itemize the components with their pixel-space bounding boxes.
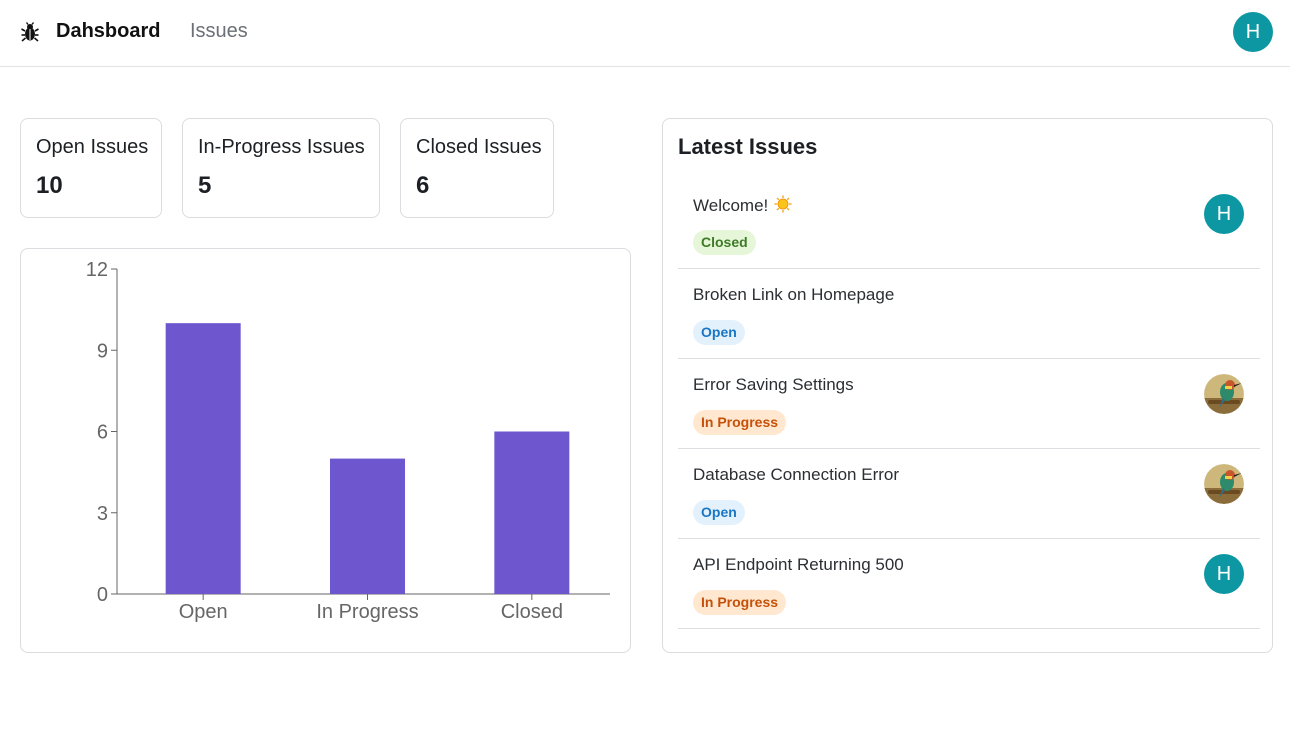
latest-issues-card: Latest Issues Welcome! Closed H Broken L… [662, 118, 1273, 653]
y-tick-label: 0 [97, 584, 108, 606]
nav-issues-link[interactable]: Issues [190, 20, 248, 43]
in-progress-issues-card[interactable]: In-Progress Issues 5 [182, 118, 380, 218]
stat-label: Open Issues [36, 136, 149, 158]
bar-in-progress [330, 458, 405, 594]
issue-title-link[interactable]: API Endpoint Returning 500 [693, 555, 904, 575]
issue-title-link[interactable]: Error Saving Settings [693, 375, 854, 395]
issue-row: Database Connection Error Open [678, 449, 1260, 539]
y-tick-label: 12 [86, 259, 108, 281]
status-badge: In Progress [693, 410, 787, 435]
closed-issues-card[interactable]: Closed Issues 6 [400, 118, 554, 218]
assignee-bird-avatar [1204, 464, 1244, 504]
status-badge: Open [693, 500, 745, 525]
sun-emoji-icon [774, 195, 792, 213]
status-badge: Open [693, 320, 745, 345]
top-navbar: Dahsboard Issues H [0, 0, 1290, 67]
issue-title-link[interactable]: Database Connection Error [693, 465, 899, 485]
user-avatar[interactable]: H [1233, 12, 1273, 52]
issue-row: API Endpoint Returning 500 In Progress H [678, 539, 1260, 629]
issue-row: Broken Link on Homepage Open [678, 269, 1260, 359]
y-tick-label: 9 [97, 340, 108, 362]
stat-label: Closed Issues [416, 136, 542, 158]
x-tick-label: Open [179, 601, 228, 623]
x-tick-label: In Progress [316, 601, 418, 623]
nav-dashboard-link[interactable]: Dahsboard [56, 20, 160, 43]
issue-row: Welcome! Closed H [678, 179, 1260, 269]
issue-title-link[interactable]: Welcome! [693, 195, 792, 216]
latest-issues-title: Latest Issues [678, 134, 818, 159]
bug-logo-icon[interactable] [21, 22, 39, 42]
assignee-avatar: H [1204, 554, 1244, 594]
issue-row: Error Saving Settings In Progress [678, 359, 1260, 449]
status-badge: Closed [693, 230, 756, 255]
stat-label: In-Progress Issues [198, 136, 365, 158]
assignee-avatar: H [1204, 194, 1244, 234]
issues-chart-card: 0 3 6 9 12 Open In Progress Closed [20, 248, 631, 653]
stat-value: 5 [198, 172, 212, 199]
bar-closed [494, 431, 570, 594]
issue-title-link[interactable]: Broken Link on Homepage [693, 285, 894, 305]
stat-value: 10 [36, 172, 63, 199]
y-tick-label: 6 [97, 422, 108, 444]
stat-value: 6 [416, 172, 430, 199]
issues-bar-chart: 0 3 6 9 12 Open In Progress Closed [86, 259, 610, 623]
y-tick-label: 3 [97, 503, 108, 525]
x-tick-label: Closed [501, 601, 563, 623]
open-issues-card[interactable]: Open Issues 10 [20, 118, 162, 218]
status-badge: In Progress [693, 590, 787, 615]
assignee-bird-avatar [1204, 374, 1244, 414]
bar-open [165, 323, 241, 594]
